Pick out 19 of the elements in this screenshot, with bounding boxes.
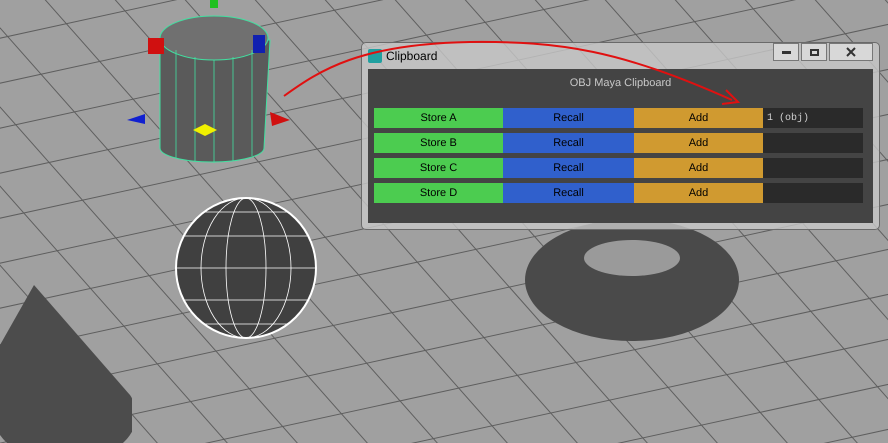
minimize-button[interactable] xyxy=(773,43,799,61)
store-button[interactable]: Store D xyxy=(374,183,503,203)
add-button[interactable]: Add xyxy=(634,183,763,203)
panel-heading: OBJ Maya Clipboard xyxy=(570,76,672,91)
recall-button[interactable]: Recall xyxy=(503,183,634,203)
close-icon xyxy=(846,47,856,57)
recall-button[interactable]: Recall xyxy=(503,108,634,128)
maximize-button[interactable] xyxy=(801,43,827,61)
add-button[interactable]: Add xyxy=(634,133,763,153)
store-button[interactable]: Store B xyxy=(374,133,503,153)
add-button[interactable]: Add xyxy=(634,158,763,178)
store-button[interactable]: Store C xyxy=(374,158,503,178)
store-button[interactable]: Store A xyxy=(374,108,503,128)
recall-button[interactable]: Recall xyxy=(503,133,634,153)
add-button[interactable]: Add xyxy=(634,108,763,128)
close-button[interactable] xyxy=(829,43,873,61)
window-title: Clipboard xyxy=(386,48,438,65)
contents-text: 1 (obj) xyxy=(767,112,810,126)
recall-button[interactable]: Recall xyxy=(503,158,634,178)
